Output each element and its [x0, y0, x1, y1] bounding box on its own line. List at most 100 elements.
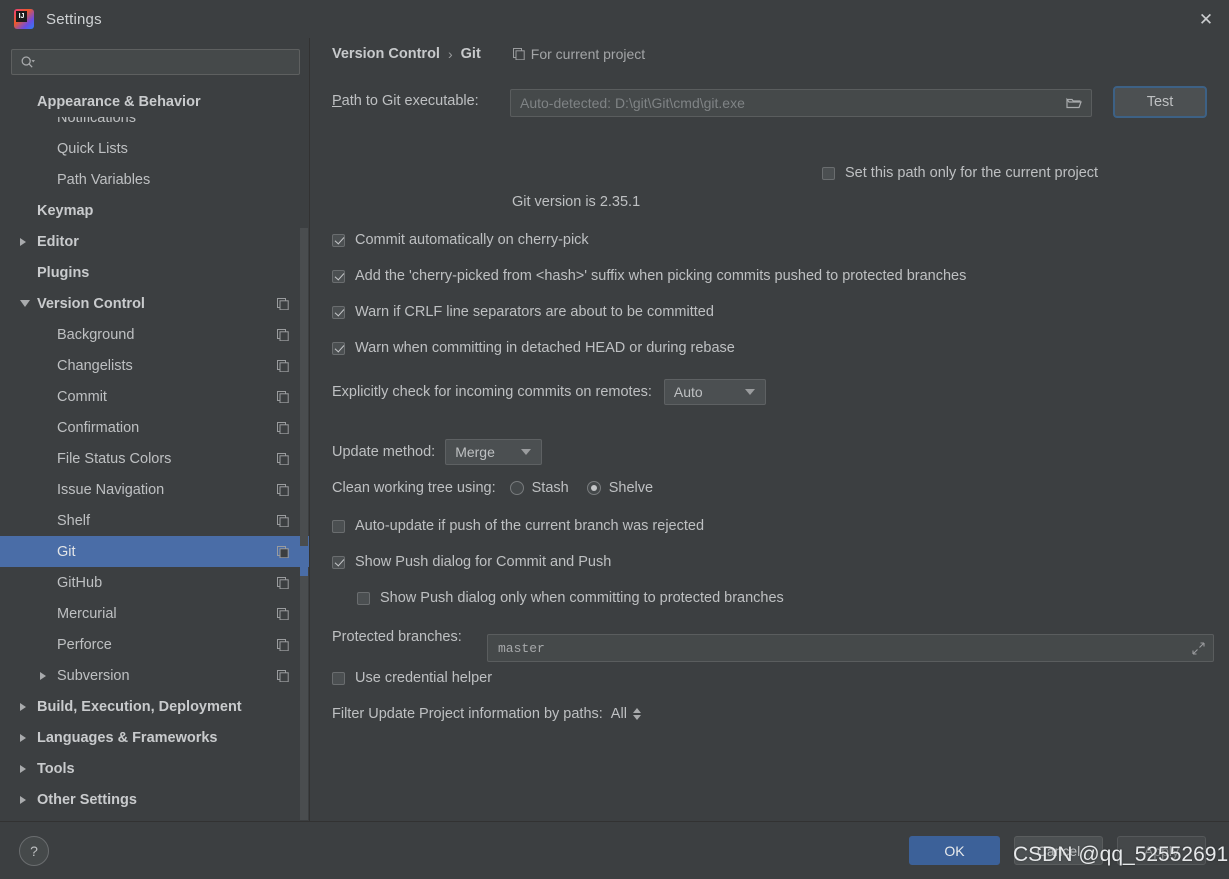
sidebar-item-subversion[interactable]: Subversion — [0, 660, 310, 691]
show-push-dialog-row[interactable]: Show Push dialog for Commit and Push — [332, 554, 611, 570]
incoming-commits-label: Explicitly check for incoming commits on… — [332, 384, 652, 400]
copy-icon[interactable] — [277, 421, 289, 434]
copy-icon[interactable] — [277, 514, 289, 527]
sidebar-item-changelists[interactable]: Changelists — [0, 350, 310, 381]
update-method-value: Merge — [455, 444, 495, 460]
show-push-protected-checkbox[interactable] — [357, 591, 370, 605]
sidebar-item-github[interactable]: GitHub — [0, 567, 310, 598]
copy-icon[interactable] — [277, 483, 289, 496]
sidebar-item-shelf[interactable]: Shelf — [0, 505, 310, 536]
ok-button[interactable]: OK — [909, 836, 1000, 865]
breadcrumb-parent[interactable]: Version Control — [332, 46, 440, 62]
sidebar-item-path-variables[interactable]: Path Variables — [0, 164, 310, 195]
search-box[interactable] — [11, 49, 300, 75]
copy-icon[interactable] — [277, 545, 289, 558]
sidebar-item-tools[interactable]: Tools — [0, 753, 310, 784]
shelve-radio[interactable] — [586, 481, 601, 495]
sidebar-item-git[interactable]: Git — [0, 536, 310, 567]
chevron-down-icon — [744, 389, 755, 395]
warn-crlf-row[interactable]: Warn if CRLF line separators are about t… — [332, 304, 714, 320]
copy-icon[interactable] — [277, 452, 289, 465]
copy-icon — [512, 48, 525, 60]
test-button[interactable]: Test — [1113, 86, 1207, 118]
sidebar-item-commit[interactable]: Commit — [0, 381, 310, 412]
cherry-picked-suffix-checkbox[interactable] — [332, 269, 345, 283]
copy-icon[interactable] — [277, 328, 289, 341]
copy-icon[interactable] — [277, 669, 289, 682]
chevron-down-icon[interactable] — [20, 300, 30, 307]
sidebar-item-other-settings[interactable]: Other Settings — [0, 784, 310, 815]
sidebar-item-keymap[interactable]: Keymap — [0, 195, 310, 226]
use-credential-helper-row[interactable]: Use credential helper — [332, 670, 492, 686]
folder-icon[interactable] — [1066, 96, 1082, 110]
show-push-dialog-checkbox[interactable] — [332, 555, 345, 569]
commit-automatically-checkbox[interactable] — [332, 233, 345, 247]
show-push-protected-row[interactable]: Show Push dialog only when committing to… — [357, 590, 784, 606]
set-path-only-checkbox[interactable] — [822, 166, 835, 180]
chevron-right-icon[interactable] — [20, 795, 26, 804]
sidebar-item-quick-lists[interactable]: Quick Lists — [0, 133, 310, 164]
sidebar-item-mercurial[interactable]: Mercurial — [0, 598, 310, 629]
copy-icon[interactable] — [277, 607, 289, 620]
commit-automatically-row[interactable]: Commit automatically on cherry-pick — [332, 232, 589, 248]
copy-icon[interactable] — [277, 359, 289, 372]
copy-icon[interactable] — [277, 328, 289, 341]
sidebar-item-confirmation[interactable]: Confirmation — [0, 412, 310, 443]
copy-icon[interactable] — [277, 297, 289, 310]
copy-icon[interactable] — [277, 514, 289, 527]
copy-icon[interactable] — [277, 297, 289, 310]
set-path-only-row[interactable]: Set this path only for the current proje… — [822, 165, 1098, 181]
warn-detached-head-checkbox[interactable] — [332, 341, 345, 355]
chevron-right-icon[interactable] — [20, 702, 26, 711]
sidebar-item-plugins[interactable]: Plugins — [0, 257, 310, 288]
sidebar-item-appearance-behavior[interactable]: Appearance & Behavior — [0, 86, 310, 117]
chevron-right-icon[interactable] — [40, 671, 46, 680]
copy-icon[interactable] — [277, 359, 289, 372]
update-method-dropdown[interactable]: Merge — [445, 439, 543, 465]
search-input[interactable] — [35, 54, 299, 70]
sidebar-item-background[interactable]: Background — [0, 319, 310, 350]
sidebar-item-editor[interactable]: Editor — [0, 226, 310, 257]
path-to-git-input[interactable]: Auto-detected: D:\git\Git\cmd\git.exe — [510, 89, 1092, 117]
expand-icon[interactable] — [1192, 641, 1205, 655]
copy-icon[interactable] — [277, 421, 289, 434]
warn-detached-head-row[interactable]: Warn when committing in detached HEAD or… — [332, 340, 735, 356]
cherry-picked-suffix-row[interactable]: Add the 'cherry-picked from <hash>' suff… — [332, 268, 966, 284]
help-button[interactable]: ? — [19, 836, 49, 866]
sidebar-item-build-execution-deployment[interactable]: Build, Execution, Deployment — [0, 691, 310, 722]
copy-icon[interactable] — [277, 576, 289, 589]
sidebar-item-perforce[interactable]: Perforce — [0, 629, 310, 660]
copy-icon[interactable] — [277, 483, 289, 496]
copy-icon[interactable] — [277, 545, 289, 558]
sidebar-scrollbar-track[interactable] — [300, 228, 308, 820]
stash-radio[interactable] — [509, 481, 524, 495]
copy-icon[interactable] — [277, 607, 289, 620]
filter-update-value: All — [610, 706, 627, 722]
warn-crlf-checkbox[interactable] — [332, 305, 345, 319]
sidebar-scrollbar-thumb[interactable] — [300, 546, 308, 576]
use-credential-helper-checkbox[interactable] — [332, 671, 345, 685]
chevron-down-icon — [521, 449, 532, 455]
incoming-commits-dropdown[interactable]: Auto — [663, 379, 766, 405]
copy-icon[interactable] — [277, 390, 289, 403]
copy-icon[interactable] — [277, 638, 289, 651]
sidebar-item-notifications[interactable]: Notifications — [0, 117, 310, 133]
chevron-right-icon[interactable] — [20, 237, 26, 246]
copy-icon[interactable] — [277, 452, 289, 465]
sidebar-item-version-control[interactable]: Version Control — [0, 288, 310, 319]
sidebar-item-languages-frameworks[interactable]: Languages & Frameworks — [0, 722, 310, 753]
sidebar-item-file-status-colors[interactable]: File Status Colors — [0, 443, 310, 474]
protected-branches-input[interactable]: master — [487, 634, 1214, 662]
auto-update-checkbox[interactable] — [332, 519, 345, 533]
copy-icon[interactable] — [277, 576, 289, 589]
updown-spinner-icon[interactable] — [632, 708, 641, 720]
copy-icon[interactable] — [277, 669, 289, 682]
close-icon[interactable]: ✕ — [1183, 0, 1229, 38]
chevron-right-icon[interactable] — [20, 733, 26, 742]
sidebar-item-issue-navigation[interactable]: Issue Navigation — [0, 474, 310, 505]
copy-icon[interactable] — [277, 638, 289, 651]
copy-icon[interactable] — [277, 390, 289, 403]
auto-update-row[interactable]: Auto-update if push of the current branc… — [332, 518, 704, 534]
filter-update-selector[interactable]: All — [611, 706, 641, 722]
chevron-right-icon[interactable] — [20, 764, 26, 773]
